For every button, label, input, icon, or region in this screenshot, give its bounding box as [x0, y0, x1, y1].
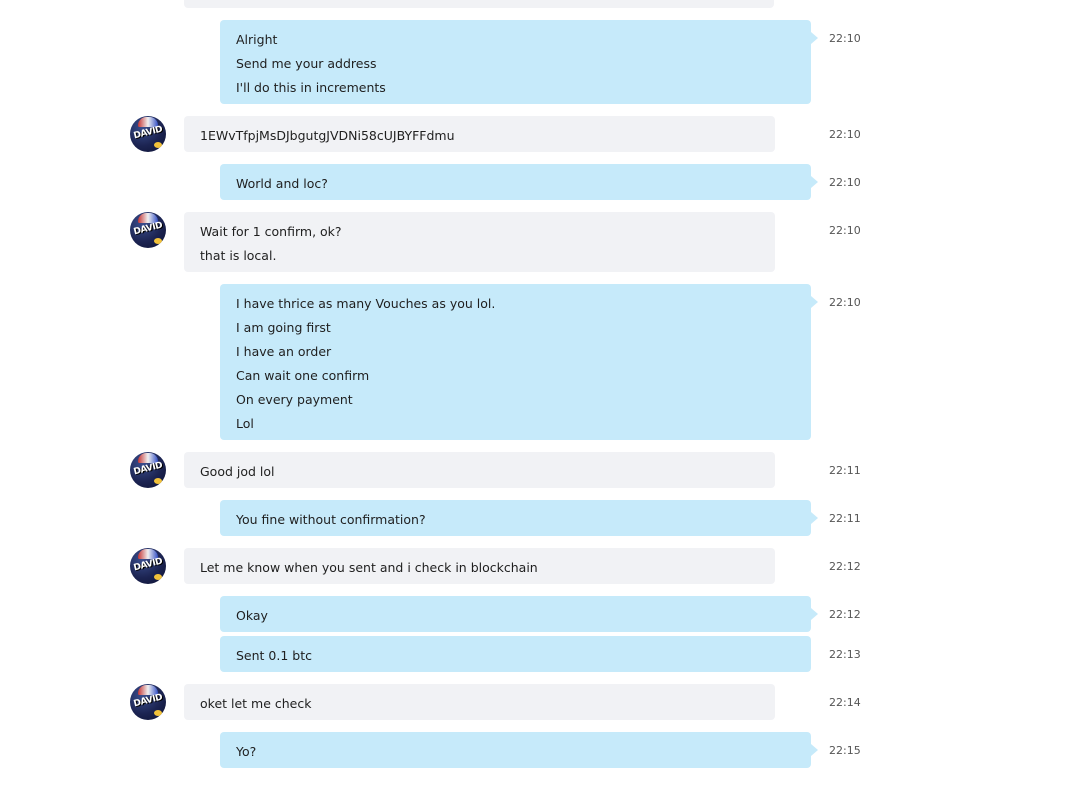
contact-avatar[interactable]: DAVID: [130, 548, 166, 584]
avatar-spark-graphic: [154, 574, 162, 580]
sent-message-bubble[interactable]: World and loc?: [220, 164, 818, 200]
avatar-logo-text: DAVID: [132, 220, 164, 238]
message-timestamp: 22:10: [829, 296, 861, 309]
message-timestamp: 22:11: [829, 512, 861, 525]
contact-avatar[interactable]: DAVID: [130, 684, 166, 720]
message-text: Good jod lol: [200, 464, 275, 479]
message-text: Can wait one confirm: [236, 368, 370, 383]
message-text: Send me your address: [236, 56, 377, 71]
message-text: Okay: [236, 608, 268, 623]
message-text: Yo?: [236, 744, 257, 759]
avatar-logo-text: DAVID: [132, 556, 164, 574]
sent-message-bubble[interactable]: Sent 0.1 btc: [220, 636, 811, 672]
message-text: World and loc?: [236, 176, 328, 191]
message-text: that is local.: [200, 248, 277, 263]
message-timestamp: 22:10: [829, 176, 861, 189]
avatar-spark-graphic: [154, 710, 162, 716]
avatar-spark-graphic: [154, 142, 162, 148]
message-text: On every payment: [236, 392, 353, 407]
message-timestamp: 22:13: [829, 648, 861, 661]
previous-message-edge: [184, 0, 774, 8]
avatar-logo-text: DAVID: [132, 124, 164, 142]
avatar-spark-graphic: [154, 478, 162, 484]
message-text: oket let me check: [200, 696, 312, 711]
sent-message-bubble[interactable]: You fine without confirmation?: [220, 500, 818, 536]
received-message-bubble[interactable]: oket let me check: [184, 684, 775, 720]
contact-avatar[interactable]: DAVID: [130, 452, 166, 488]
contact-avatar[interactable]: DAVID: [130, 116, 166, 152]
received-message-bubble[interactable]: Good jod lol: [184, 452, 775, 488]
sent-message-bubble[interactable]: I have thrice as many Vouches as you lol…: [220, 284, 818, 440]
sent-message-bubble[interactable]: Alright Send me your address I'll do this …: [220, 20, 818, 104]
message-timestamp: 22:15: [829, 744, 861, 757]
received-message-bubble[interactable]: Wait for 1 confirm, ok? that is local.: [184, 212, 775, 272]
sent-message-bubble[interactable]: Okay: [220, 596, 818, 632]
avatar-logo-text: DAVID: [132, 460, 164, 478]
message-text: Let me know when you sent and i check in…: [200, 560, 538, 575]
contact-avatar[interactable]: DAVID: [130, 212, 166, 248]
message-text: I'll do this in increments: [236, 80, 386, 95]
message-timestamp: 22:11: [829, 464, 861, 477]
message-text: I have an order: [236, 344, 332, 359]
received-message-bubble[interactable]: 1EWvTfpjMsDJbgutgJVDNi58cUJBYFFdmu: [184, 116, 775, 152]
message-timestamp: 22:12: [829, 608, 861, 621]
message-text: I am going first: [236, 320, 331, 335]
sent-message-bubble[interactable]: Yo?: [220, 732, 818, 768]
avatar-spark-graphic: [154, 238, 162, 244]
message-text: Alright: [236, 32, 278, 47]
received-message-bubble[interactable]: Let me know when you sent and i check in…: [184, 548, 775, 584]
message-text: Sent 0.1 btc: [236, 648, 312, 663]
avatar-logo-text: DAVID: [132, 692, 164, 710]
message-timestamp: 22:10: [829, 224, 861, 237]
message-text: Wait for 1 confirm, ok?: [200, 224, 342, 239]
message-text: You fine without confirmation?: [236, 512, 426, 527]
message-text: I have thrice as many Vouches as you lol…: [236, 296, 496, 311]
message-timestamp: 22:10: [829, 128, 861, 141]
message-text: Lol: [236, 416, 254, 431]
message-text: 1EWvTfpjMsDJbgutgJVDNi58cUJBYFFdmu: [200, 128, 455, 143]
message-timestamp: 22:12: [829, 560, 861, 573]
message-timestamp: 22:14: [829, 696, 861, 709]
message-timestamp: 22:10: [829, 32, 861, 45]
